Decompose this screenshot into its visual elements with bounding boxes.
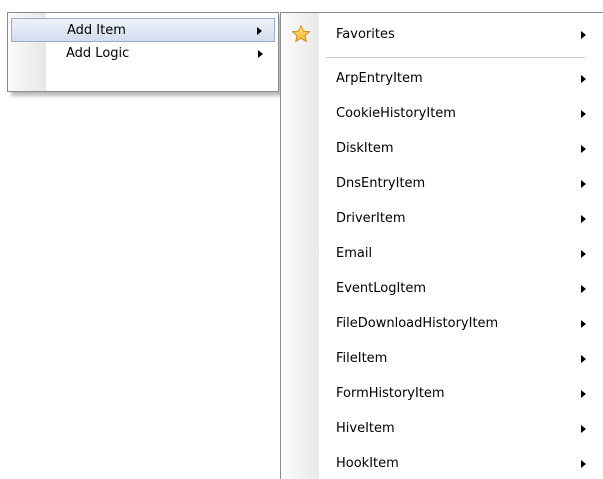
- menu-item-label: FileDownloadHistoryItem: [336, 316, 499, 331]
- submenu-arrow-icon: [581, 425, 586, 433]
- menu-item-driver-item[interactable]: DriverItem: [281, 206, 603, 232]
- menu-item-email[interactable]: Email: [281, 241, 603, 267]
- context-menu: Add Item Add Logic: [7, 12, 279, 92]
- submenu-arrow-icon: [581, 355, 586, 363]
- menu-item-label: HiveItem: [336, 421, 395, 436]
- menu-item-label: HookItem: [336, 456, 399, 471]
- submenu-arrow-icon: [581, 285, 586, 293]
- menu-item-arp-entry-item[interactable]: ArpEntryItem: [281, 66, 603, 92]
- menu-item-label: ArpEntryItem: [336, 71, 423, 86]
- submenu-arrow-icon: [581, 320, 586, 328]
- menu-separator: [326, 57, 585, 58]
- menu-item-form-history-item[interactable]: FormHistoryItem: [281, 381, 603, 407]
- submenu-arrow-icon: [581, 460, 586, 468]
- submenu-arrow-icon: [258, 50, 263, 58]
- menu-item-label: CookieHistoryItem: [336, 106, 456, 121]
- menu-item-hive-item[interactable]: HiveItem: [281, 416, 603, 442]
- submenu-arrow-icon: [581, 180, 586, 188]
- star-icon: [291, 25, 311, 43]
- menu-item-label: FileItem: [336, 351, 388, 366]
- menu-item-disk-item[interactable]: DiskItem: [281, 136, 603, 162]
- menu-item-label: FormHistoryItem: [336, 386, 445, 401]
- menu-item-hook-item[interactable]: HookItem: [281, 451, 603, 477]
- submenu-arrow-icon: [581, 250, 586, 258]
- menu-item-add-item[interactable]: Add Item: [11, 18, 275, 42]
- submenu-arrow-icon: [581, 145, 586, 153]
- submenu-arrow-icon: [581, 110, 586, 118]
- menu-item-add-logic[interactable]: Add Logic: [11, 42, 275, 66]
- submenu-arrow-icon: [581, 215, 586, 223]
- submenu-arrow-icon: [581, 31, 586, 39]
- submenu-arrow-icon: [581, 390, 586, 398]
- menu-item-file-item[interactable]: FileItem: [281, 346, 603, 372]
- add-item-submenu: Favorites ArpEntryItem CookieHistoryItem…: [280, 12, 603, 479]
- menu-item-dns-entry-item[interactable]: DnsEntryItem: [281, 171, 603, 197]
- menu-item-label: Add Item: [67, 23, 126, 38]
- menu-item-label: DriverItem: [336, 211, 406, 226]
- menu-item-label: EventLogItem: [336, 281, 427, 296]
- menu-item-label: Add Logic: [66, 46, 130, 61]
- menu-item-label: Favorites: [336, 27, 395, 42]
- menu-item-label: Email: [336, 246, 373, 261]
- menu-item-label: DiskItem: [336, 141, 394, 156]
- menu-item-event-log-item[interactable]: EventLogItem: [281, 276, 603, 302]
- submenu-arrow-icon: [581, 75, 586, 83]
- submenu-arrow-icon: [257, 27, 262, 35]
- menu-item-file-download-history-item[interactable]: FileDownloadHistoryItem: [281, 311, 603, 337]
- menu-item-label: DnsEntryItem: [336, 176, 426, 191]
- menu-item-cookie-history-item[interactable]: CookieHistoryItem: [281, 101, 603, 127]
- menu-item-favorites[interactable]: Favorites: [281, 22, 603, 48]
